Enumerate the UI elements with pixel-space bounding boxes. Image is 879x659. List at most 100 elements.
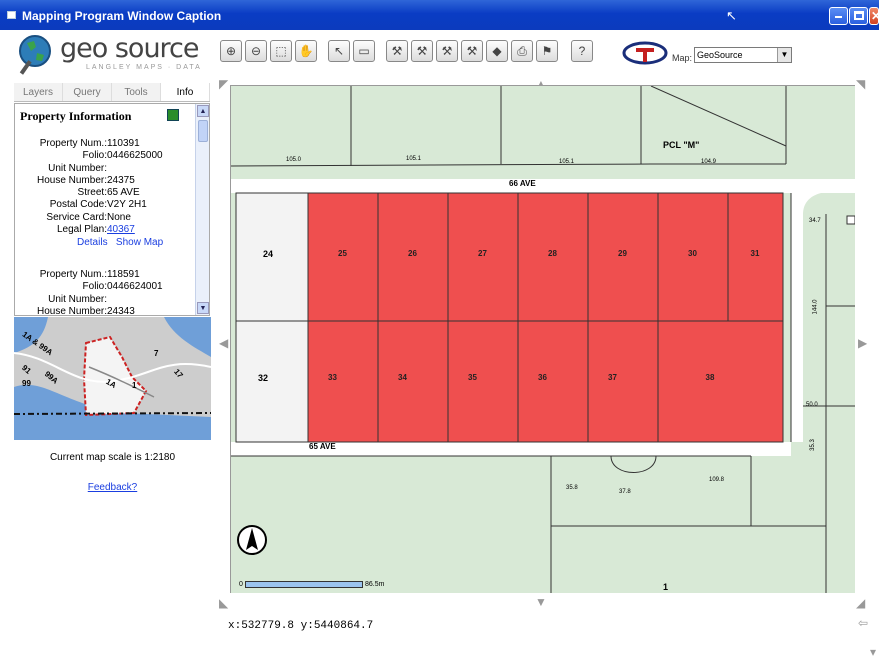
lot-label[interactable]: 35 [468,373,477,382]
tab-layers[interactable]: Layers [14,83,63,101]
zoom-box-button[interactable]: ⬚ [270,40,292,62]
map-select-dropdown[interactable]: GeoSource ▼ [694,47,792,63]
pan-hand-button[interactable]: ✋ [295,40,317,62]
lot-label[interactable]: 33 [328,373,337,382]
field-label: Folio: [82,281,107,293]
tab-info[interactable]: Info [161,83,210,101]
scroll-down-icon[interactable]: ▼ [197,302,209,314]
lot-35-selected[interactable] [447,320,519,443]
panel-title: Property Information [20,109,132,123]
lot-label[interactable]: 37 [608,373,617,382]
overview-minimap[interactable]: 1A & 99A 91 99 99A 7 17 1A 1 [14,317,211,440]
pan-east-icon[interactable]: ▶ [858,336,867,350]
buffer-icon: ⚒ [441,44,453,58]
maximize-button[interactable] [849,7,868,25]
pan-northeast-icon[interactable]: ◥ [856,77,865,91]
lot-label[interactable]: 30 [688,249,697,258]
dimension-label: 35.8 [566,485,578,491]
bookmark-icon: ⚑ [541,44,553,58]
field-label: Property Num.: [39,269,107,280]
map-select-label: Map: [672,53,693,63]
chevron-down-icon[interactable]: ▼ [777,48,791,62]
field-value: 110391 [107,138,140,149]
identify-button[interactable]: ◆ [486,40,508,62]
map-canvas[interactable] [231,86,855,593]
resize-grip-icon[interactable]: ▾ [870,645,876,659]
close-button[interactable]: ✕ [869,7,879,25]
legal-plan-link[interactable]: 40367 [107,224,135,235]
scroll-up-icon[interactable]: ▲ [197,105,209,117]
field-label: House Number: [36,305,107,316]
tab-tools[interactable]: Tools [112,83,161,101]
lot-label[interactable]: 36 [538,373,547,382]
lot-label[interactable]: 38 [706,373,715,382]
field-value: 24375 [107,174,135,186]
lot-label[interactable]: 34 [398,373,407,382]
pan-southeast-icon[interactable]: ◢ [856,596,865,610]
print-icon: ⎙ [517,43,527,58]
feedback-link[interactable]: Feedback? [14,482,211,493]
print-button[interactable]: ⎙ [511,40,533,62]
zoom-out-icon: ⊖ [250,44,262,58]
pan-west-icon[interactable]: ◀ [219,336,228,350]
excel-export-icon[interactable] [167,109,179,121]
scalebar-start-label: 0 [239,581,243,588]
field-value: 118591 [107,269,140,280]
field-label: Street: [77,187,107,199]
lot-38-selected[interactable] [657,320,784,443]
lot-37-selected[interactable] [587,320,659,443]
panel-scrollbar[interactable]: ▲ ▼ [195,104,209,315]
lot-label[interactable]: 31 [751,249,760,258]
bookmark-button[interactable]: ⚑ [536,40,558,62]
select-box-button[interactable]: ▭ [353,40,375,62]
property-info-panel: Property Information Property Num.: 11039… [14,103,210,316]
show-map-link[interactable]: Show Map [116,237,163,248]
lot-label[interactable]: 27 [478,249,487,258]
details-link[interactable]: Details [77,237,108,248]
minimize-button[interactable] [829,7,848,25]
lot-34-selected[interactable] [377,320,449,443]
zoom-out-button[interactable]: ⊖ [245,40,267,62]
pan-northwest-icon[interactable]: ◤ [219,77,228,91]
lot-label[interactable]: 28 [548,249,557,258]
field-label: Service Card: [46,211,107,223]
street-label: 66 AVE [509,179,536,188]
measure-icon: ⚒ [391,44,403,58]
pointer-button[interactable]: ↖ [328,40,350,62]
cursor-coordinates: x:532779.8 y:5440864.7 [228,620,374,632]
clear-select-button[interactable]: ⚒ [461,40,483,62]
select-parcel-icon: ⚒ [416,44,428,58]
field-label: Property Num.: [39,138,107,149]
pan-south-icon[interactable]: ▼ [535,595,547,609]
help-button[interactable]: ? [571,40,593,62]
pan-hand-icon: ✋ [298,44,314,58]
pan-southwest-icon[interactable]: ◣ [219,596,228,610]
dimension-label: 35.3 [809,439,816,451]
measure-button[interactable]: ⚒ [386,40,408,62]
map-select-value: GeoSource [697,50,743,60]
lot-label[interactable]: 25 [338,249,347,258]
zoom-in-button[interactable]: ⊕ [220,40,242,62]
map-view[interactable]: 66 AVE 65 AVE PCL "M" 24 32 1 25 26 27 28 29… [230,85,855,593]
field-value: 24343 [107,305,135,316]
lot-36-selected[interactable] [517,320,589,443]
dimension-label: 50.0 [806,402,818,408]
select-parcel-button[interactable]: ⚒ [411,40,433,62]
field-value: 0446625000 [107,150,163,162]
field-value [107,294,197,306]
lot-label[interactable]: 26 [408,249,417,258]
scroll-thumb[interactable] [198,120,208,142]
dimension-label: 105.1 [559,159,575,165]
zoom-box-icon: ⬚ [275,44,287,58]
lot-33-selected[interactable] [307,320,379,443]
tab-query[interactable]: Query [63,83,112,101]
field-value: None [107,211,131,223]
field-label: Postal Code: [49,199,107,211]
dimension-label: 105.1 [406,156,422,162]
back-arrow-icon[interactable]: ⇦ [858,616,868,630]
lot-label[interactable]: 24 [263,249,273,259]
lot-label[interactable]: 29 [618,249,627,258]
lot-label[interactable]: 32 [258,373,268,383]
lot-label[interactable]: 1 [663,582,668,592]
buffer-button[interactable]: ⚒ [436,40,458,62]
